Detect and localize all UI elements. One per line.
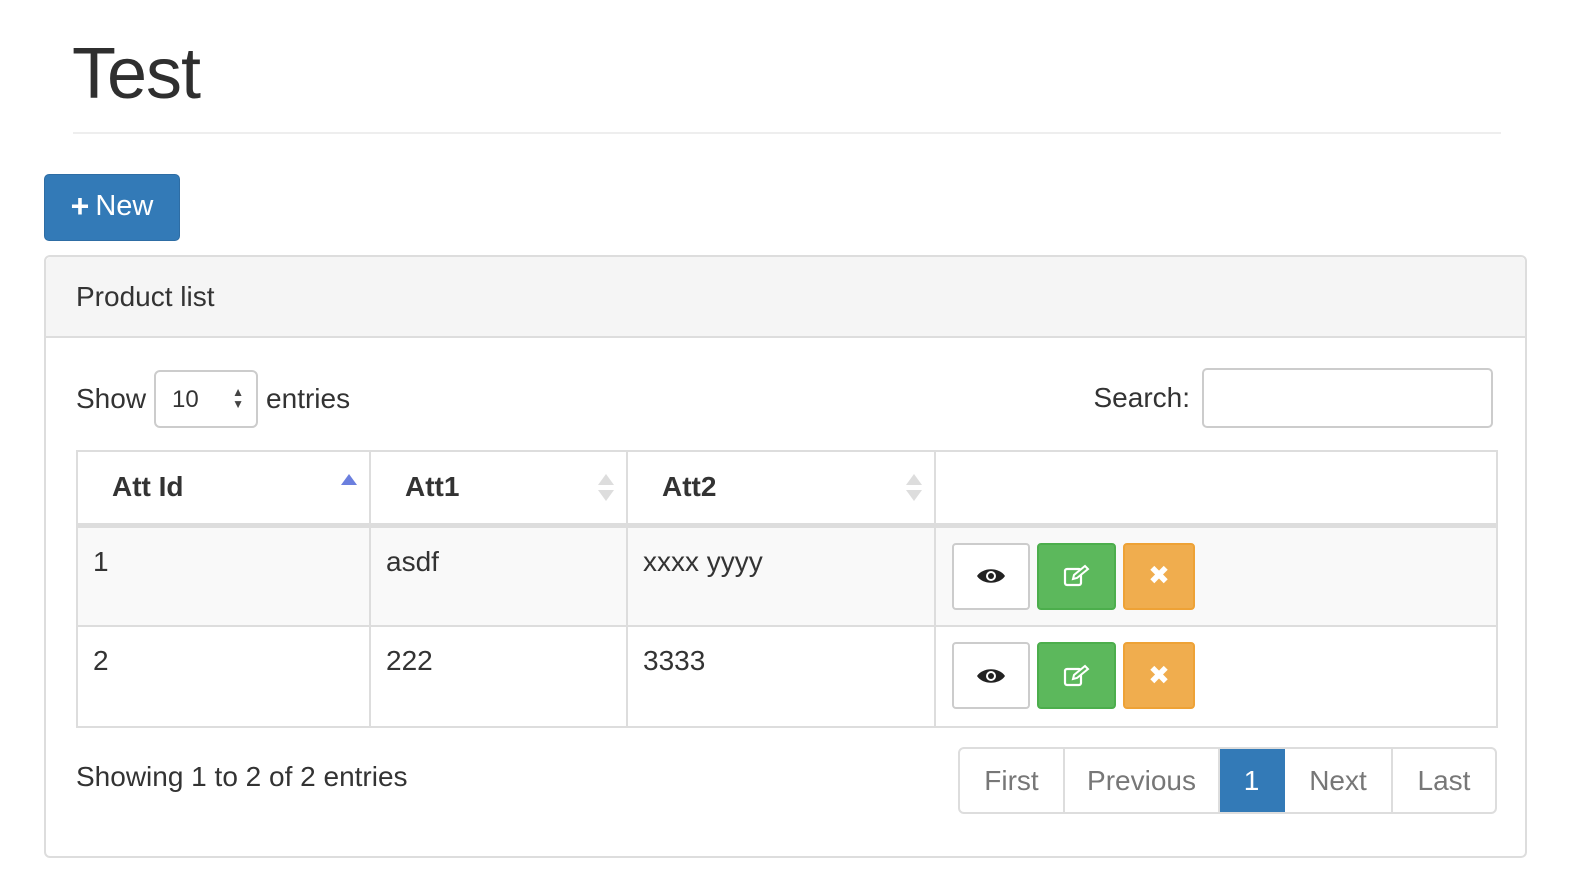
table-info: Showing 1 to 2 of 2 entries [76, 761, 408, 792]
column-header-att1[interactable]: Att1 [369, 450, 628, 528]
search-control: Search: [1093, 368, 1493, 428]
page-length-select[interactable]: 10 ▲ ▼ [154, 370, 259, 428]
eye-icon [977, 668, 1005, 683]
column-label: Att2 [662, 471, 717, 503]
cell-actions: ✖ [934, 625, 1498, 728]
pencil-square-icon [1063, 564, 1089, 587]
select-arrows-icon: ▲ ▼ [232, 385, 245, 411]
close-icon: ✖ [1148, 561, 1170, 591]
eye-icon [977, 569, 1005, 583]
edit-button[interactable] [1037, 642, 1116, 709]
entries-label: entries [266, 383, 351, 414]
pencil-square-icon [1063, 664, 1089, 686]
sort-ascending-icon [341, 474, 357, 504]
column-label: Att1 [405, 471, 460, 503]
cell-att1: asdf [369, 524, 628, 627]
cell-att2: xxxx yyyy [626, 524, 936, 627]
cell-actions: ✖ [934, 524, 1498, 627]
table-row: 2 222 3333 ✖ [76, 625, 1498, 728]
page-next[interactable]: Next [1285, 749, 1393, 812]
column-label: Att Id [112, 471, 184, 503]
view-button[interactable] [952, 542, 1030, 610]
cell-att2: 3333 [626, 625, 936, 728]
product-table: Att Id Att1 Att2 1 asdf xxxx yyyy ✖ 2 22… [76, 450, 1498, 728]
panel-heading: Product list [46, 257, 1525, 338]
cell-att-id: 2 [76, 625, 371, 728]
table-header-row: Att Id Att1 Att2 [76, 450, 1498, 528]
new-button[interactable]: + New [44, 174, 180, 241]
page-current[interactable]: 1 [1220, 749, 1285, 812]
close-icon: ✖ [1148, 660, 1170, 691]
product-list-panel: Product list Show 10 ▲ ▼ entries Search: … [44, 255, 1527, 858]
view-button[interactable] [952, 642, 1030, 709]
page-previous[interactable]: Previous [1065, 749, 1220, 812]
pagination: First Previous 1 Next Last [958, 747, 1497, 814]
title-divider [73, 132, 1501, 134]
new-button-label: New [95, 190, 154, 222]
page-length-control: Show 10 ▲ ▼ entries [76, 370, 350, 428]
cell-att-id: 1 [76, 524, 371, 627]
page-length-value: 10 [172, 386, 199, 413]
plus-icon: + [70, 187, 90, 224]
search-input[interactable] [1202, 368, 1493, 428]
table-row: 1 asdf xxxx yyyy ✖ [76, 524, 1498, 627]
column-header-att-id[interactable]: Att Id [76, 450, 371, 528]
delete-button[interactable]: ✖ [1123, 542, 1195, 610]
page-last[interactable]: Last [1393, 749, 1495, 812]
page-title: Test [72, 34, 201, 114]
delete-button[interactable]: ✖ [1123, 642, 1195, 709]
page-first[interactable]: First [960, 749, 1065, 812]
column-header-att2[interactable]: Att2 [626, 450, 936, 528]
column-header-actions [934, 450, 1498, 528]
edit-button[interactable] [1037, 542, 1116, 610]
search-label: Search: [1093, 382, 1191, 413]
sort-both-icon [598, 474, 614, 504]
cell-att1: 222 [369, 625, 628, 728]
show-label: Show [76, 383, 147, 414]
sort-both-icon [906, 474, 922, 504]
